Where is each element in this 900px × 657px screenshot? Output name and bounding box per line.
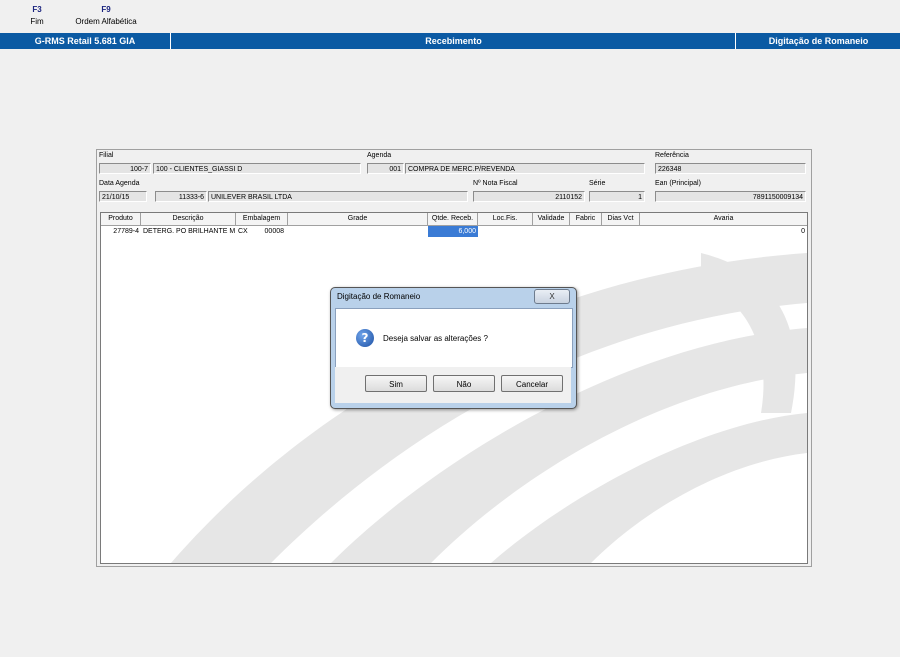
cell-avaria[interactable]: 0 bbox=[640, 226, 807, 237]
col-avaria[interactable]: Avaria bbox=[640, 213, 807, 225]
serie-field[interactable]: 1 bbox=[589, 191, 645, 202]
title-bar: G-RMS Retail 5.681 GIA Recebimento Digit… bbox=[0, 33, 900, 49]
function-key-bar: F3 Fim F9 Ordem Alfabética bbox=[0, 0, 900, 32]
app-title: G-RMS Retail 5.681 GIA bbox=[34, 36, 136, 46]
table-row[interactable]: 27789-4 DETERG. PO BRILHANTE M CX 00008 … bbox=[101, 226, 807, 237]
col-embalagem[interactable]: Embalagem bbox=[236, 213, 288, 225]
col-produto[interactable]: Produto bbox=[101, 213, 141, 225]
filial-code-field[interactable]: 100-7 bbox=[99, 163, 151, 174]
data-agenda-label: Data Agenda bbox=[99, 180, 140, 187]
cancel-button[interactable]: Cancelar bbox=[501, 375, 563, 392]
no-button[interactable]: Não bbox=[433, 375, 495, 392]
cell-produto[interactable]: 27789-4 bbox=[101, 226, 141, 237]
screen-title: Digitação de Romaneio bbox=[735, 33, 900, 49]
dialog-message: Deseja salvar as alterações ? bbox=[383, 334, 488, 343]
f9-ordem-alfabetica-button[interactable]: F9 Ordem Alfabética bbox=[70, 5, 142, 26]
col-loc-fis[interactable]: Loc.Fis. bbox=[478, 213, 533, 225]
f3-fim-button[interactable]: F3 Fim bbox=[24, 5, 50, 26]
col-validade[interactable]: Validade bbox=[533, 213, 570, 225]
cell-descricao[interactable]: DETERG. PO BRILHANTE M bbox=[141, 226, 236, 237]
col-dias-vct[interactable]: Dias Vct bbox=[602, 213, 640, 225]
col-fabric[interactable]: Fabric bbox=[570, 213, 602, 225]
serie-label: Série bbox=[589, 180, 606, 187]
f3-label: Fim bbox=[30, 17, 44, 26]
nota-fiscal-label: Nº Nota Fiscal bbox=[473, 180, 518, 187]
f9-key: F9 bbox=[101, 5, 111, 14]
agenda-label: Agenda bbox=[367, 152, 392, 159]
cell-qtde-receb[interactable]: 6,000 bbox=[428, 226, 478, 237]
referencia-field[interactable]: 226348 bbox=[655, 163, 806, 174]
f9-label: Ordem Alfabética bbox=[75, 17, 137, 26]
col-descricao[interactable]: Descrição bbox=[141, 213, 236, 225]
col-qtde-receb[interactable]: Qtde. Receb. bbox=[428, 213, 478, 225]
question-icon: ? bbox=[356, 329, 374, 347]
nota-fiscal-field[interactable]: 2110152 bbox=[473, 191, 585, 202]
filial-label: Filial bbox=[99, 152, 114, 159]
dialog-title: Digitação de Romaneio bbox=[337, 292, 421, 301]
ean-field[interactable]: 7891150009134 bbox=[655, 191, 806, 202]
yes-button[interactable]: Sim bbox=[365, 375, 427, 392]
col-grade[interactable]: Grade bbox=[288, 213, 428, 225]
cell-emb-qtd[interactable]: 00008 bbox=[254, 226, 288, 237]
agenda-name-field[interactable]: COMPRA DE MERC.P/REVENDA bbox=[405, 163, 645, 174]
data-agenda-field[interactable]: 21/10/15 bbox=[99, 191, 147, 202]
fornecedor-code-field[interactable]: 11333-6 bbox=[155, 191, 207, 202]
agenda-code-field[interactable]: 001 bbox=[367, 163, 404, 174]
cell-emb-tipo[interactable]: CX bbox=[236, 226, 254, 237]
fornecedor-name-field[interactable]: UNILEVER BRASIL LTDA bbox=[208, 191, 468, 202]
filial-name-field[interactable]: 100 - CLIENTES_GIASSI D bbox=[153, 163, 361, 174]
grid-header: Produto Descrição Embalagem Grade Qtde. … bbox=[101, 213, 807, 226]
close-icon[interactable]: X bbox=[534, 289, 570, 304]
ean-label: Ean (Principal) bbox=[655, 180, 701, 187]
module-title: Recebimento bbox=[170, 33, 736, 49]
save-confirm-dialog: Digitação de Romaneio X ? Deseja salvar … bbox=[330, 287, 577, 409]
dialog-body: ? Deseja salvar as alterações ? bbox=[335, 308, 573, 368]
f3-key: F3 bbox=[32, 5, 42, 14]
referencia-label: Referência bbox=[655, 152, 689, 159]
dialog-footer: Sim Não Cancelar bbox=[335, 367, 571, 403]
